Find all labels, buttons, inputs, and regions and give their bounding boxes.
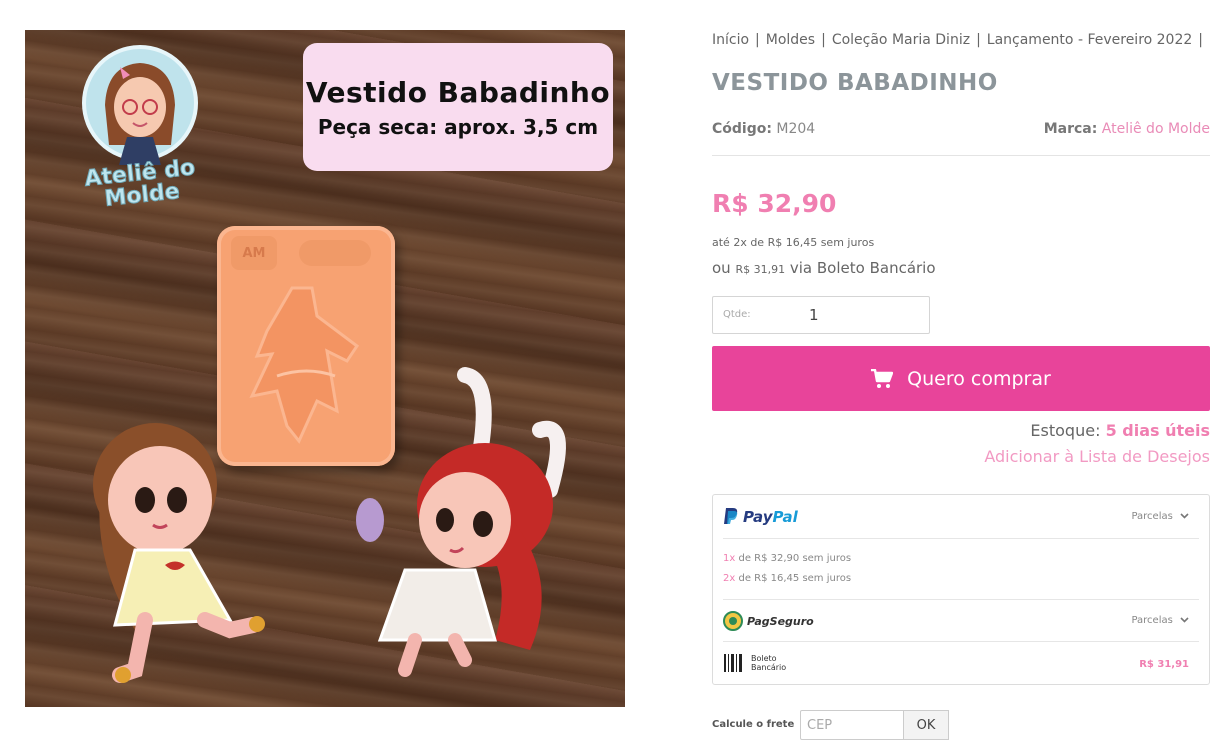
stock-label: Estoque: [1030,421,1101,440]
breadcrumb-item-colecao[interactable]: Coleção Maria Diniz [832,32,970,48]
product-photo[interactable]: Ateliê do Molde Vestido Babadinho Peça s… [25,30,625,707]
code-label: Código: [712,121,772,137]
installment-count: 1x [723,553,736,564]
photo-caption: Vestido Babadinho Peça seca: aprox. 3,5 … [303,43,613,171]
payment-divider [723,599,1199,600]
breadcrumb: Início | Moldes | Coleção Maria Diniz | Lançam… [712,32,1209,48]
product-title: VESTIDO BABADINHO [712,70,998,96]
breadcrumb-separator: | [755,32,760,48]
boleto-name: Boleto Bancário [751,654,786,672]
calculate-shipping-button[interactable]: OK [903,710,949,740]
quantity-input[interactable] [773,303,923,327]
add-to-wishlist-link[interactable]: Adicionar à Lista de Desejos [984,447,1210,466]
payment-divider [723,641,1199,642]
cep-input[interactable] [800,710,904,740]
silicone-mold: AM [217,226,395,466]
breadcrumb-separator: | [821,32,826,48]
atelie-logo: Ateliê do Molde [65,45,215,212]
pagseguro-logo: PagSeguro [723,611,814,631]
dress-cavity [249,286,360,444]
boleto-name-line1: Boleto [751,654,777,663]
payment-boleto[interactable]: Boleto Bancário R$ 31,91 [723,653,1199,675]
pagseguro-icon [723,611,743,631]
installment-text: de R$ 32,90 sem juros [738,553,852,564]
paypal-name-part1: Pay [743,508,773,526]
paypal-installment-2: 2x de R$ 16,45 sem juros [723,573,851,584]
product-price: R$ 32,90 [712,189,837,218]
paypal-parcelas-toggle[interactable]: Parcelas [1131,511,1189,522]
installment-count: 2x [723,573,736,584]
boleto-logo: Boleto Bancário [723,653,786,673]
boleto-price-info: ou R$ 31,91 via Boleto Bancário [712,259,936,277]
boleto-suffix: via Boleto Bancário [789,259,936,277]
cart-icon [871,368,894,388]
pagseguro-name: PagSeguro [747,614,814,628]
parcelas-label: Parcelas [1131,511,1173,522]
parcelas-label: Parcelas [1131,615,1173,626]
breadcrumb-separator: | [976,32,981,48]
code-value: M204 [776,121,816,137]
pagseguro-parcelas-toggle[interactable]: Parcelas [1131,615,1189,626]
caption-title: Vestido Babadinho [305,75,611,109]
boleto-prefix: ou [712,259,731,277]
paypal-installment-1: 1x de R$ 32,90 sem juros [723,553,851,564]
boleto-price: R$ 31,91 [735,263,786,276]
barcode-icon [724,654,742,672]
payment-paypal[interactable]: PayPal Parcelas [723,507,1199,531]
paypal-logo: PayPal [723,507,798,526]
paypal-icon [724,508,738,524]
buy-button-label: Quero comprar [907,367,1051,390]
boleto-name-line2: Bancário [751,663,787,672]
payment-options: PayPal Parcelas 1x de R$ 32,90 sem juros… [712,494,1210,685]
chevron-down-icon [1180,513,1189,519]
quantity-label: Qtde: [723,309,751,320]
breadcrumb-item-inicio[interactable]: Início [712,32,749,48]
divider [712,155,1210,156]
boleto-payment-price: R$ 31,91 [1139,659,1189,670]
quantity-field[interactable]: Qtde: [712,296,930,334]
stock-info: Estoque: 5 dias úteis [1030,421,1210,440]
buy-button[interactable]: Quero comprar [712,346,1210,411]
installment-text: de R$ 16,45 sem juros [738,573,852,584]
installments-info: até 2x de R$ 16,45 sem juros [712,236,875,249]
stock-value: 5 dias úteis [1105,421,1210,440]
shipping-label: Calcule o frete [712,719,795,730]
payment-divider [723,538,1199,539]
product-meta: Código: M204 Marca: Ateliê do Molde [712,121,1210,143]
caption-subtitle: Peça seca: aprox. 3,5 cm [317,114,599,139]
breadcrumb-item-moldes[interactable]: Moldes [766,32,815,48]
brand-label: Marca: [1043,121,1098,137]
breadcrumb-item-lancamento[interactable]: Lançamento - Fevereiro 2022 [987,32,1193,48]
paypal-name-part2: Pal [772,508,798,526]
product-code: Código: M204 [712,121,815,137]
brand-link[interactable]: Ateliê do Molde [1102,121,1210,137]
breadcrumb-separator: | [1198,32,1204,48]
chevron-down-icon [1180,617,1189,623]
product-brand: Marca: Ateliê do Molde [1044,121,1210,137]
payment-pagseguro[interactable]: PagSeguro Parcelas [723,611,1199,633]
